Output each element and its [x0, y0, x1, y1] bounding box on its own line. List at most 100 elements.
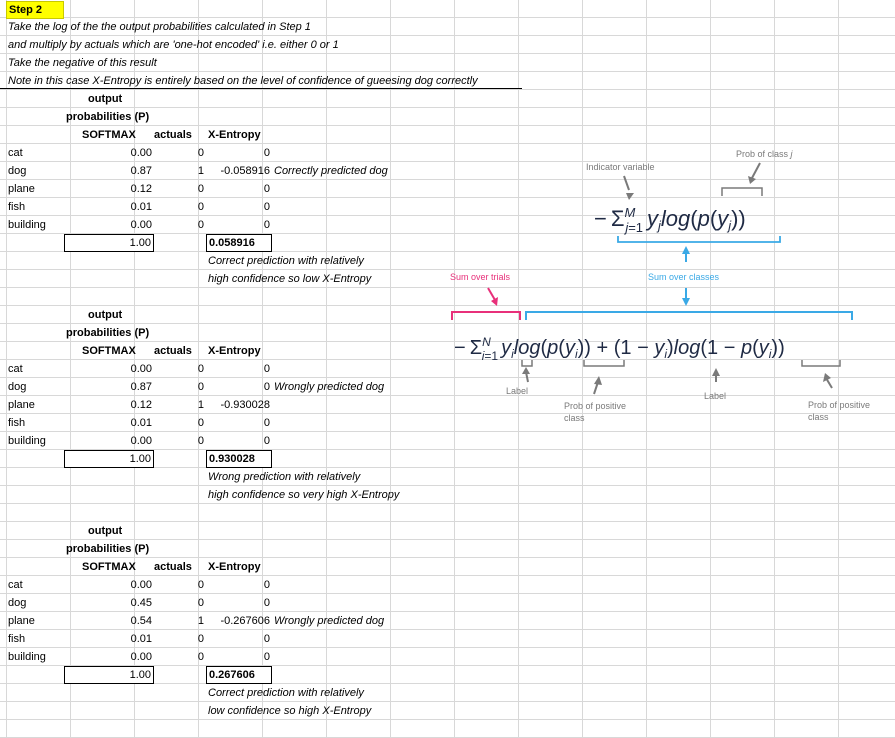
actual-value[interactable]: 1 — [154, 162, 206, 180]
row-label[interactable]: fish — [6, 414, 27, 432]
softmax-value[interactable]: 0.00 — [64, 432, 154, 450]
header-output[interactable]: output — [86, 90, 124, 108]
softmax-value[interactable]: 0.12 — [64, 180, 154, 198]
xentropy-value[interactable]: -0.058916 — [206, 162, 272, 180]
row-label[interactable]: plane — [6, 396, 37, 414]
prediction-note[interactable]: Wrongly predicted dog — [272, 612, 386, 630]
row-label[interactable]: cat — [6, 360, 25, 378]
header-actuals[interactable]: actuals — [152, 126, 194, 144]
xentropy-value[interactable]: 0 — [206, 414, 272, 432]
xentropy-value[interactable]: 0 — [206, 630, 272, 648]
comment-line-1[interactable]: Wrong prediction with relatively — [206, 468, 362, 486]
header-softmax[interactable]: SOFTMAX — [80, 126, 138, 144]
softmax-value[interactable]: 0.01 — [64, 414, 154, 432]
row-label[interactable]: plane — [6, 612, 37, 630]
actual-value[interactable]: 1 — [154, 612, 206, 630]
actual-value[interactable]: 0 — [154, 180, 206, 198]
instruction-line-1[interactable]: Take the log of the the output probabili… — [6, 18, 313, 36]
softmax-value[interactable]: 0.00 — [64, 216, 154, 234]
prob-positive-text-2b: class — [808, 412, 829, 422]
actual-value[interactable]: 0 — [154, 360, 206, 378]
step-title[interactable]: Step 2 — [6, 1, 64, 19]
actual-value[interactable]: 0 — [154, 414, 206, 432]
xentropy-value[interactable]: 0 — [206, 594, 272, 612]
softmax-sum[interactable]: 1.00 — [64, 666, 154, 684]
header-actuals[interactable]: actuals — [152, 558, 194, 576]
header-xentropy[interactable]: X-Entropy — [206, 342, 263, 360]
softmax-sum[interactable]: 1.00 — [64, 234, 154, 252]
softmax-value[interactable]: 0.87 — [64, 378, 154, 396]
actual-value[interactable]: 0 — [154, 648, 206, 666]
header-probabilities[interactable]: probabilities (P) — [64, 540, 151, 558]
comment-line-2[interactable]: high confidence so low X-Entropy — [206, 270, 373, 288]
row-label[interactable]: cat — [6, 144, 25, 162]
softmax-value[interactable]: 0.54 — [64, 612, 154, 630]
comment-line-1[interactable]: Correct prediction with relatively — [206, 684, 366, 702]
xentropy-value[interactable]: 0 — [206, 216, 272, 234]
xentropy-total[interactable]: 0.058916 — [206, 234, 272, 252]
prediction-note[interactable]: Wrongly predicted dog — [272, 378, 386, 396]
header-probabilities[interactable]: probabilities (P) — [64, 324, 151, 342]
actual-value[interactable]: 0 — [154, 198, 206, 216]
comment-line-1[interactable]: Correct prediction with relatively — [206, 252, 366, 270]
softmax-value[interactable]: 0.12 — [64, 396, 154, 414]
xentropy-total[interactable]: 0.930028 — [206, 450, 272, 468]
prediction-note[interactable]: Correctly predicted dog — [272, 162, 390, 180]
softmax-value[interactable]: 0.00 — [64, 576, 154, 594]
header-xentropy[interactable]: X-Entropy — [206, 126, 263, 144]
instruction-line-2[interactable]: and multiply by actuals which are 'one-h… — [6, 36, 341, 54]
actual-value[interactable]: 0 — [154, 216, 206, 234]
softmax-sum[interactable]: 1.00 — [64, 450, 154, 468]
row-label[interactable]: building — [6, 432, 48, 450]
row-label[interactable]: building — [6, 648, 48, 666]
header-probabilities[interactable]: probabilities (P) — [64, 108, 151, 126]
header-output[interactable]: output — [86, 306, 124, 324]
softmax-value[interactable]: 0.87 — [64, 162, 154, 180]
row-label[interactable]: plane — [6, 180, 37, 198]
xentropy-value[interactable]: 0 — [206, 360, 272, 378]
xentropy-value[interactable]: 0 — [206, 198, 272, 216]
softmax-value[interactable]: 0.45 — [64, 594, 154, 612]
actual-value[interactable]: 0 — [154, 630, 206, 648]
actual-value[interactable]: 0 — [154, 378, 206, 396]
row-label[interactable]: building — [6, 216, 48, 234]
comment-line-2[interactable]: high confidence so very high X-Entropy — [206, 486, 401, 504]
row-label[interactable]: cat — [6, 576, 25, 594]
softmax-value[interactable]: 0.01 — [64, 198, 154, 216]
prob-of-class-label: Prob of class j — [736, 149, 794, 159]
header-xentropy[interactable]: X-Entropy — [206, 558, 263, 576]
actual-value[interactable]: 0 — [154, 594, 206, 612]
header-output[interactable]: output — [86, 522, 124, 540]
xentropy-value[interactable]: -0.267606 — [206, 612, 272, 630]
xentropy-value[interactable]: 0 — [206, 432, 272, 450]
header-softmax[interactable]: SOFTMAX — [80, 558, 138, 576]
xentropy-value[interactable]: 0 — [206, 378, 272, 396]
xentropy-value[interactable]: 0 — [206, 648, 272, 666]
xentropy-total[interactable]: 0.267606 — [206, 666, 272, 684]
actual-value[interactable]: 0 — [154, 144, 206, 162]
row-label[interactable]: dog — [6, 594, 28, 612]
row-label[interactable]: dog — [6, 162, 28, 180]
row-label[interactable]: fish — [6, 630, 27, 648]
row-label[interactable]: dog — [6, 378, 28, 396]
header-actuals[interactable]: actuals — [152, 342, 194, 360]
actual-value[interactable]: 0 — [154, 576, 206, 594]
xentropy-value[interactable]: 0 — [206, 576, 272, 594]
row-label[interactable]: fish — [6, 198, 27, 216]
softmax-value[interactable]: 0.00 — [64, 648, 154, 666]
xentropy-value[interactable]: 0 — [206, 180, 272, 198]
actual-value[interactable]: 1 — [154, 396, 206, 414]
xentropy-value[interactable]: -0.930028 — [206, 396, 272, 414]
xentropy-value[interactable]: 0 — [206, 144, 272, 162]
softmax-value[interactable]: 0.00 — [64, 144, 154, 162]
softmax-value[interactable]: 0.00 — [64, 360, 154, 378]
sum-trials-bracket — [451, 311, 521, 320]
label-bracket-1 — [521, 360, 533, 367]
prob-bracket-2 — [801, 360, 841, 367]
label-arrowhead-1-icon — [522, 367, 530, 374]
header-softmax[interactable]: SOFTMAX — [80, 342, 138, 360]
softmax-value[interactable]: 0.01 — [64, 630, 154, 648]
instruction-line-3[interactable]: Take the negative of this result — [6, 54, 159, 72]
comment-line-2[interactable]: low confidence so high X-Entropy — [206, 702, 373, 720]
actual-value[interactable]: 0 — [154, 432, 206, 450]
